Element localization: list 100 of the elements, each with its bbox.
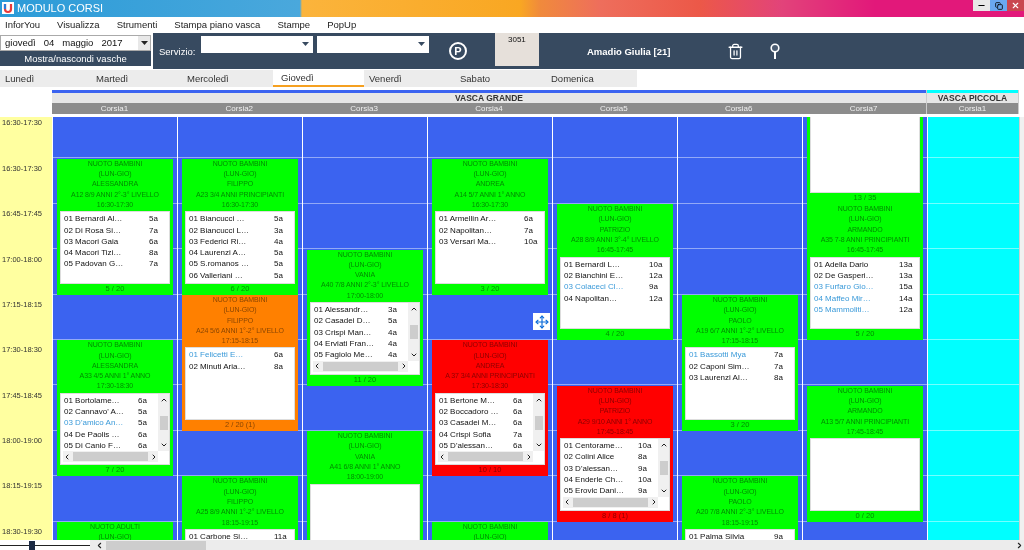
student-name[interactable]: 01 Armellin Ar… [439,214,524,226]
student-name[interactable]: 01 Palma Silvia [689,531,774,540]
menu-item[interactable]: InforYou [5,19,41,31]
student-name[interactable]: 01 Alessandr… [314,305,388,317]
student-name[interactable]: 02 Colini Alice [564,452,638,464]
student-name[interactable]: 01 Biancucci … [189,214,274,226]
menu-item[interactable]: Visualizza [57,19,100,31]
day-tab[interactable]: Sabato [455,70,546,88]
student-name[interactable]: 05 Erovic Dani… [564,486,638,498]
dropdown-icon[interactable] [140,40,148,45]
scroll-thumb[interactable] [323,361,398,371]
vertical-scrollbar[interactable] [408,303,419,361]
student-name[interactable]: 04 De Paolis … [64,429,138,441]
scroll-right-icon[interactable] [650,498,658,507]
scroll-up-icon[interactable] [409,305,418,313]
student-name[interactable]: 01 Bernardi Al… [64,214,149,226]
student-name[interactable]: 03 Laurenzi Al… [689,373,774,385]
delete-button[interactable] [727,42,744,60]
vertical-scrollbar[interactable] [158,393,169,452]
dropdown-icon[interactable] [302,42,309,47]
menu-item[interactable]: Strumenti [116,19,158,31]
scroll-thumb[interactable] [448,452,523,462]
student-name[interactable]: 03 Federici Ri… [189,236,274,249]
day-tab[interactable]: Mercoledì [182,70,273,88]
service-dropdown[interactable] [201,35,313,53]
student-name[interactable]: 02 Di Rosa Si… [64,225,149,237]
day-tab[interactable]: Domenica [546,70,637,88]
student-name[interactable]: 02 Cannavo' A… [64,407,138,419]
student-name[interactable]: 01 Bortolame… [64,395,138,408]
menu-item[interactable]: Stampe [277,19,311,31]
scroll-right-icon[interactable] [150,452,158,461]
restore-button[interactable] [990,0,1007,11]
student-name[interactable]: 01 Bertone M… [439,395,513,408]
student-name[interactable]: 04 Napolitan… [564,293,649,305]
vertical-scrollbar[interactable] [1019,117,1024,540]
scroll-left-icon[interactable] [63,452,71,461]
horizontal-scrollbar[interactable] [63,451,158,463]
student-name[interactable]: 06 Valleriani … [189,270,274,282]
student-name[interactable]: 02 Boccadoro … [439,407,513,419]
menu-item[interactable]: PopUp [327,19,357,31]
student-name[interactable]: 04 Crispi Sofia [439,429,513,441]
student-name[interactable]: 03 Crispi Man… [314,327,388,339]
scroll-thumb[interactable] [534,415,543,430]
service-dropdown[interactable] [317,35,429,53]
student-name[interactable]: 01 Centorame… [564,441,638,453]
student-name[interactable]: 04 Enderle Ch… [564,475,638,487]
student-name[interactable]: 03 D'alessan… [564,463,638,476]
student-name[interactable]: 02 Bianchini E… [564,270,649,283]
student-name[interactable]: 05 Di Canio F… [64,440,138,453]
student-name[interactable]: 02 Casadei D… [314,316,388,328]
student-name[interactable]: 05 Padovan G… [64,259,149,271]
student-name[interactable]: 04 Laurenzi A… [189,248,274,260]
student-name[interactable]: 01 Carbone Si… [189,531,274,540]
student-name[interactable]: 03 Casadei M… [439,418,513,430]
scroll-thumb[interactable] [409,324,418,339]
day-tab[interactable]: Venerdì [364,70,455,88]
scroll-left-icon[interactable] [95,540,104,550]
day-tab[interactable]: Lunedì [0,70,91,88]
student-name[interactable]: 02 Minuti Aria… [189,361,274,373]
date-picker[interactable]: giovedì 04 maggio 2017 [0,34,151,51]
vertical-scrollbar[interactable] [658,439,669,497]
student-name[interactable]: 02 Biancucci L… [189,225,274,237]
menu-item[interactable]: Stampa piano vasca [174,19,261,31]
student-name[interactable]: 04 Macori Tizi… [64,248,149,260]
scroll-thumb[interactable] [159,415,168,430]
horizontal-scrollbar[interactable] [438,451,533,463]
horizontal-scrollbar[interactable] [313,360,408,372]
scroll-thumb[interactable] [659,461,668,475]
horizontal-scrollbar[interactable] [95,540,1024,550]
scroll-right-icon[interactable] [400,362,408,371]
student-name[interactable]: 05 S.romanos … [189,259,274,271]
student-name[interactable]: 03 Versari Ma… [439,236,524,249]
scroll-left-icon[interactable] [438,452,446,461]
student-name[interactable]: 04 Erviati Fran… [314,338,388,351]
scroll-left-icon[interactable] [563,498,571,507]
search-button[interactable] [770,42,780,60]
student-name[interactable]: 01 Bernardi L… [564,259,649,271]
day-tab[interactable]: Martedì [91,70,182,88]
slider-thumb[interactable] [29,541,36,550]
student-name[interactable]: 02 Napolitan… [439,225,524,237]
scroll-right-icon[interactable] [525,452,533,461]
vertical-scrollbar[interactable] [533,393,544,452]
dropdown-icon[interactable] [418,42,425,47]
minimize-button[interactable] [973,0,990,11]
horizontal-scrollbar[interactable] [563,496,658,508]
close-button[interactable] [1007,0,1024,11]
student-age: 7a [774,350,784,362]
scroll-left-icon[interactable] [313,362,321,371]
scroll-right-icon[interactable] [1015,540,1024,550]
scroll-thumb[interactable] [573,497,648,507]
move-icon[interactable] [533,313,550,331]
student-name[interactable]: 02 Caponi Sim… [689,361,774,373]
scroll-thumb[interactable] [73,452,148,462]
parking-badge[interactable]: P [449,42,467,61]
student-name[interactable]: 05 Fagiolo Me… [314,350,388,362]
zoom-slider[interactable] [0,540,90,550]
student-name[interactable]: 03 Macori Gaia [64,236,149,249]
student-name[interactable]: 02 De Gasperi… [814,270,899,283]
student-name[interactable]: 01 Adella Dario [814,259,899,271]
student-name[interactable]: 05 D'alessan… [439,440,513,453]
